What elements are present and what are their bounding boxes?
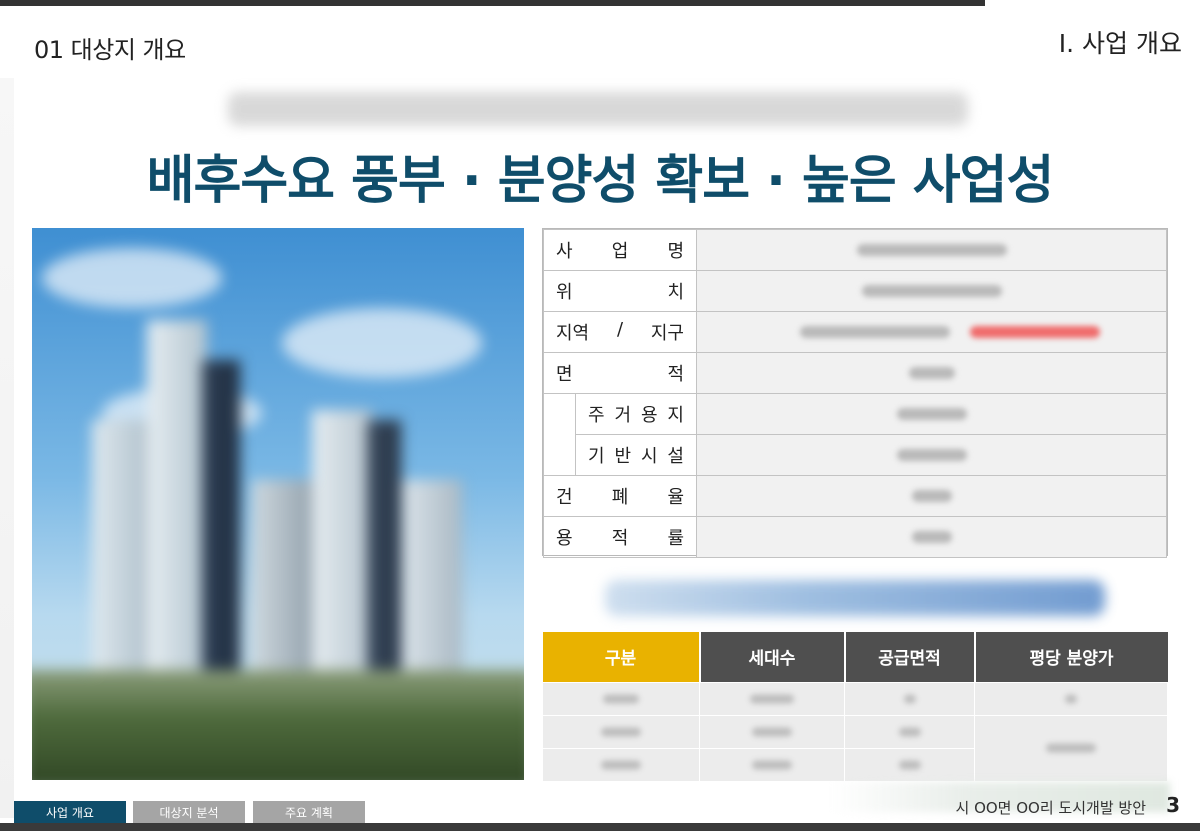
- info-label: 위치: [543, 270, 697, 312]
- info-label: 건폐율: [543, 475, 697, 517]
- info-value-redacted: [696, 311, 1167, 353]
- label-part: /: [616, 319, 624, 340]
- label-part: 용: [640, 405, 658, 426]
- info-label: 용적률: [543, 516, 697, 558]
- info-value-redacted: [696, 475, 1167, 517]
- label-part: 적: [667, 364, 684, 385]
- table-row: 용적률: [543, 516, 1167, 558]
- info-value-redacted: [696, 270, 1167, 312]
- label-part: 업: [611, 241, 629, 262]
- info-value-redacted: [696, 352, 1167, 394]
- header-price: 평당 분양가: [974, 632, 1168, 682]
- label-part: 사: [556, 241, 573, 262]
- label-part: 지: [667, 405, 684, 426]
- building-photo: [32, 228, 524, 780]
- section-title: 01 대상지 개요: [34, 36, 186, 64]
- label-part: 시: [640, 446, 658, 467]
- label-part: 치: [667, 282, 684, 303]
- blurred-subtitle: [228, 92, 968, 126]
- tab-business-overview[interactable]: 사업 개요: [14, 801, 126, 823]
- chapter-title: Ⅰ. 사업 개요: [1058, 29, 1182, 58]
- label-part: 율: [667, 487, 684, 508]
- table-row: 지역 / 지구: [543, 311, 1167, 353]
- label-part: 설: [667, 446, 684, 467]
- info-label: 사업명: [543, 229, 697, 271]
- label-part: 지역: [556, 323, 590, 344]
- label-part: 면: [556, 364, 573, 385]
- table-row: [542, 681, 1168, 716]
- footer-bar: [0, 823, 1200, 831]
- header-area: 공급면적: [844, 632, 976, 682]
- table-row: 사업명: [543, 229, 1167, 271]
- label-part: 폐: [611, 487, 629, 508]
- table-row: 기반시설: [544, 434, 1167, 476]
- indent-cell: [543, 393, 576, 476]
- label-part: 기: [588, 446, 605, 467]
- info-label: 지역 / 지구: [543, 311, 697, 353]
- label-part: 반: [614, 446, 632, 467]
- header-category: 구분: [542, 632, 701, 682]
- info-label: 면적: [543, 352, 697, 394]
- label-part: 명: [667, 241, 684, 262]
- label-part: 주: [588, 405, 605, 426]
- header-units: 세대수: [699, 632, 846, 682]
- top-bar: [0, 0, 985, 6]
- label-part: 거: [614, 405, 632, 426]
- label-part: 위: [556, 282, 573, 303]
- label-part: 지구: [650, 323, 684, 344]
- table-row: 건폐율: [543, 475, 1167, 517]
- info-value-redacted: [696, 516, 1167, 558]
- info-value-redacted: [696, 434, 1167, 476]
- table-row: 면적: [543, 352, 1167, 394]
- info-value-redacted: [696, 393, 1167, 435]
- label-part: 률: [667, 528, 684, 549]
- table-row: [542, 714, 1168, 782]
- label-part: 용: [556, 528, 573, 549]
- tab-main-plan[interactable]: 주요 계획: [253, 801, 365, 823]
- document-title: 시 OO면 OO리 도시개발 방안: [955, 799, 1147, 817]
- label-part: 건: [556, 487, 573, 508]
- project-info-table: 사 업 명 위 치 지역 / 지구 면 적 주 거 용 지 기 반 시 설 건 폐 율 용 적 률: [542, 228, 1168, 558]
- info-label: 주거용지: [575, 393, 697, 435]
- supply-table: 구분 세대수 공급면적 평당 분양가: [542, 632, 1168, 782]
- blurred-caption: [605, 580, 1105, 616]
- headline: 배후수요 풍부 · 분양성 확보 · 높은 사업성: [146, 151, 1055, 211]
- table-row: 주거용지: [543, 393, 1167, 476]
- info-label: 기반시설: [575, 434, 697, 476]
- tab-site-analysis[interactable]: 대상지 분석: [133, 801, 245, 823]
- info-value-redacted: [696, 229, 1167, 271]
- page-number: 3: [1166, 793, 1180, 817]
- table-row: 위치: [543, 270, 1167, 312]
- label-part: 적: [611, 528, 629, 549]
